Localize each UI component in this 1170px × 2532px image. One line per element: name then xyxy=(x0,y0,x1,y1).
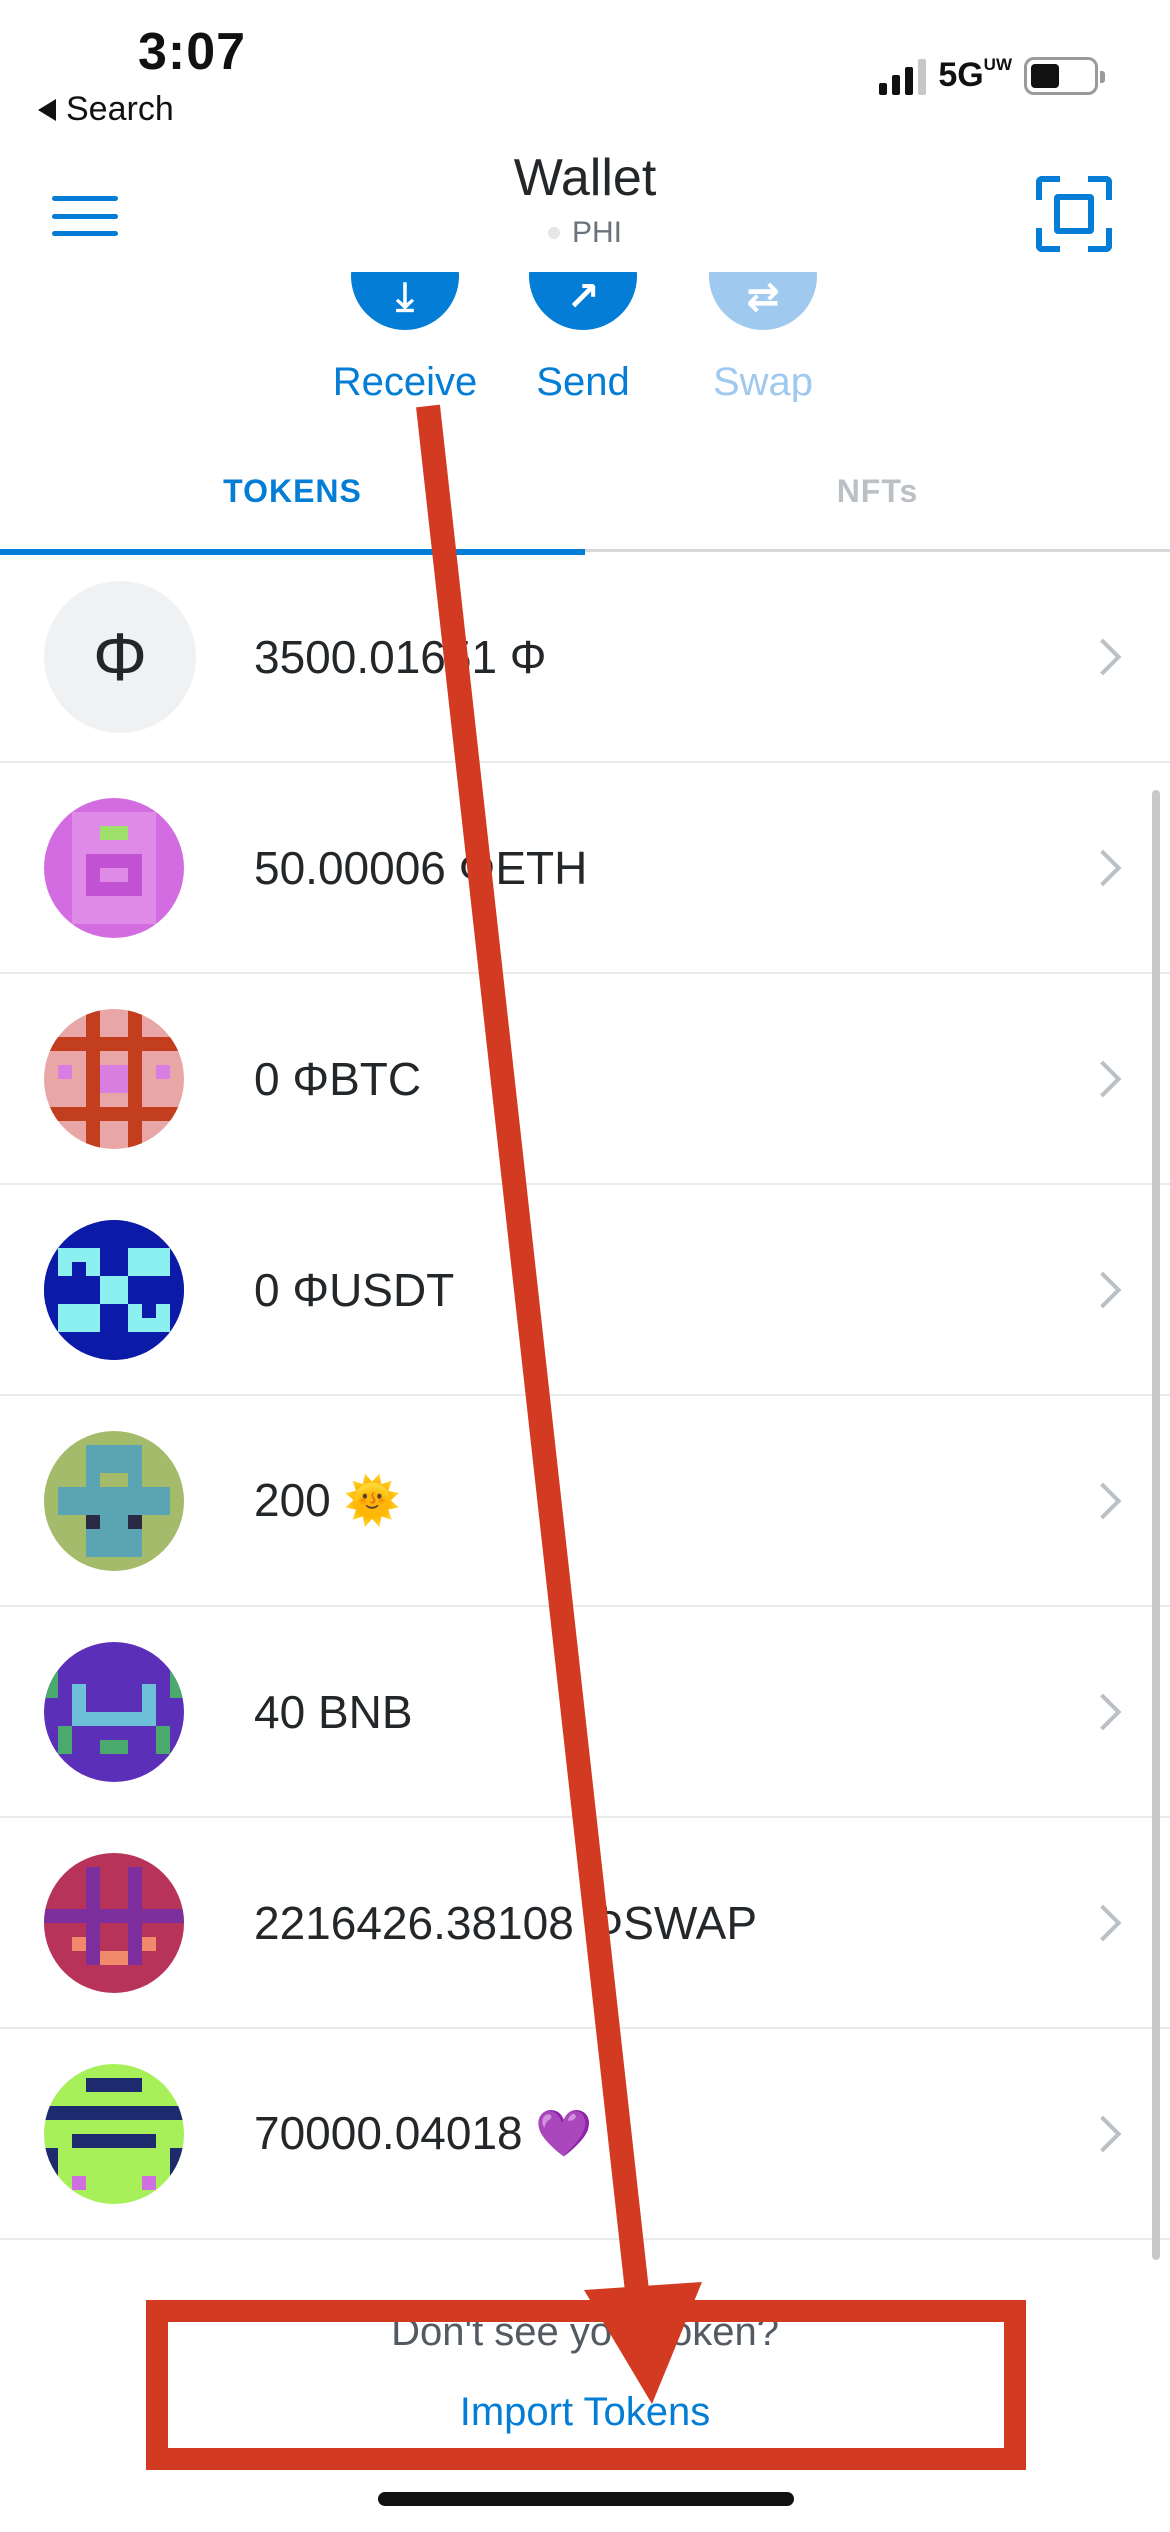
chevron-right-icon xyxy=(1084,638,1122,675)
token-balance: 3500.01651 Φ xyxy=(254,630,547,683)
identicon-icon xyxy=(44,1430,184,1571)
cellular-signal-icon xyxy=(879,57,927,95)
identicon-icon xyxy=(44,2063,184,2204)
scan-qr-button[interactable] xyxy=(1036,176,1112,252)
chevron-right-icon xyxy=(1084,1271,1122,1308)
identicon-icon xyxy=(44,1852,184,1993)
network-name: PHI xyxy=(571,216,622,249)
identicon-icon xyxy=(44,1641,184,1782)
wallet-actions: ⤓ Receive ↗ Send ⇄ Swap xyxy=(0,272,1170,402)
network-type: 5G UW xyxy=(938,56,1012,95)
send-label: Send xyxy=(536,360,630,402)
battery-icon xyxy=(1024,56,1105,95)
tab-nfts[interactable]: NFTs xyxy=(585,430,1170,552)
receive-label: Receive xyxy=(332,360,478,402)
tab-tokens[interactable]: TOKENS xyxy=(0,430,585,555)
token-balance: 50.00006 ΦETH xyxy=(254,841,588,894)
swap-button[interactable]: ⇄ Swap xyxy=(673,272,853,402)
network-label: 5G xyxy=(938,56,984,94)
token-balance: 0 ΦBTC xyxy=(254,1052,422,1105)
token-row[interactable]: 50.00006 ΦETH xyxy=(0,763,1170,974)
chevron-right-icon xyxy=(1084,1693,1122,1730)
token-balance: 0 ΦUSDT xyxy=(254,1263,455,1316)
annotation-highlight-box xyxy=(146,2300,1026,2470)
token-row[interactable]: Φ 3500.01651 Φ xyxy=(0,552,1170,763)
back-to-search[interactable]: Search xyxy=(38,90,174,129)
token-list: Φ 3500.01651 Φ 50.00006 ΦETH 0 ΦBTC 0 ΦU… xyxy=(0,552,1170,2240)
network-status-dot xyxy=(547,227,560,239)
status-indicators: 5G UW xyxy=(879,56,1105,95)
back-label: Search xyxy=(66,90,174,128)
scrollbar[interactable] xyxy=(1152,790,1160,2260)
token-balance: 200 🌞 xyxy=(254,1474,401,1526)
home-indicator[interactable] xyxy=(378,2492,794,2506)
back-triangle-icon xyxy=(38,98,56,121)
network-sup: UW xyxy=(983,55,1012,74)
token-row[interactable]: 0 ΦUSDT xyxy=(0,1185,1170,1396)
page-title: Wallet xyxy=(513,149,657,207)
asset-tabs: TOKENS NFTs xyxy=(0,430,1170,555)
identicon-icon xyxy=(44,1219,184,1360)
chevron-right-icon xyxy=(1084,1060,1122,1097)
receive-button[interactable]: ⤓ Receive xyxy=(315,272,495,402)
token-row[interactable]: 200 🌞 xyxy=(0,1396,1170,1607)
token-row[interactable]: 2216426.38108 ΦSWAP xyxy=(0,1818,1170,2029)
chevron-right-icon xyxy=(1084,1482,1122,1519)
status-time: 3:07 xyxy=(138,23,247,81)
chevron-right-icon xyxy=(1084,1904,1122,1941)
token-balance: 70000.04018 💜 xyxy=(254,2107,593,2159)
identicon-icon xyxy=(44,797,184,938)
token-row[interactable]: 40 BNB xyxy=(0,1607,1170,1818)
swap-icon: ⇄ xyxy=(709,272,817,330)
swap-label: Swap xyxy=(712,360,814,402)
download-icon: ⤓ xyxy=(351,272,459,330)
identicon-icon xyxy=(44,1008,184,1149)
phi-token-icon: Φ xyxy=(44,580,196,733)
send-button[interactable]: ↗ Send xyxy=(493,272,673,402)
token-balance: 40 BNB xyxy=(254,1685,413,1738)
arrow-up-right-icon: ↗ xyxy=(529,272,637,330)
chevron-right-icon xyxy=(1084,2115,1122,2152)
chevron-right-icon xyxy=(1084,849,1122,886)
network-selector[interactable]: PHI xyxy=(0,216,1170,250)
token-row[interactable]: 70000.04018 💜 xyxy=(0,2029,1170,2240)
token-row[interactable]: 0 ΦBTC xyxy=(0,974,1170,1185)
token-balance: 2216426.38108 ΦSWAP xyxy=(254,1896,758,1949)
